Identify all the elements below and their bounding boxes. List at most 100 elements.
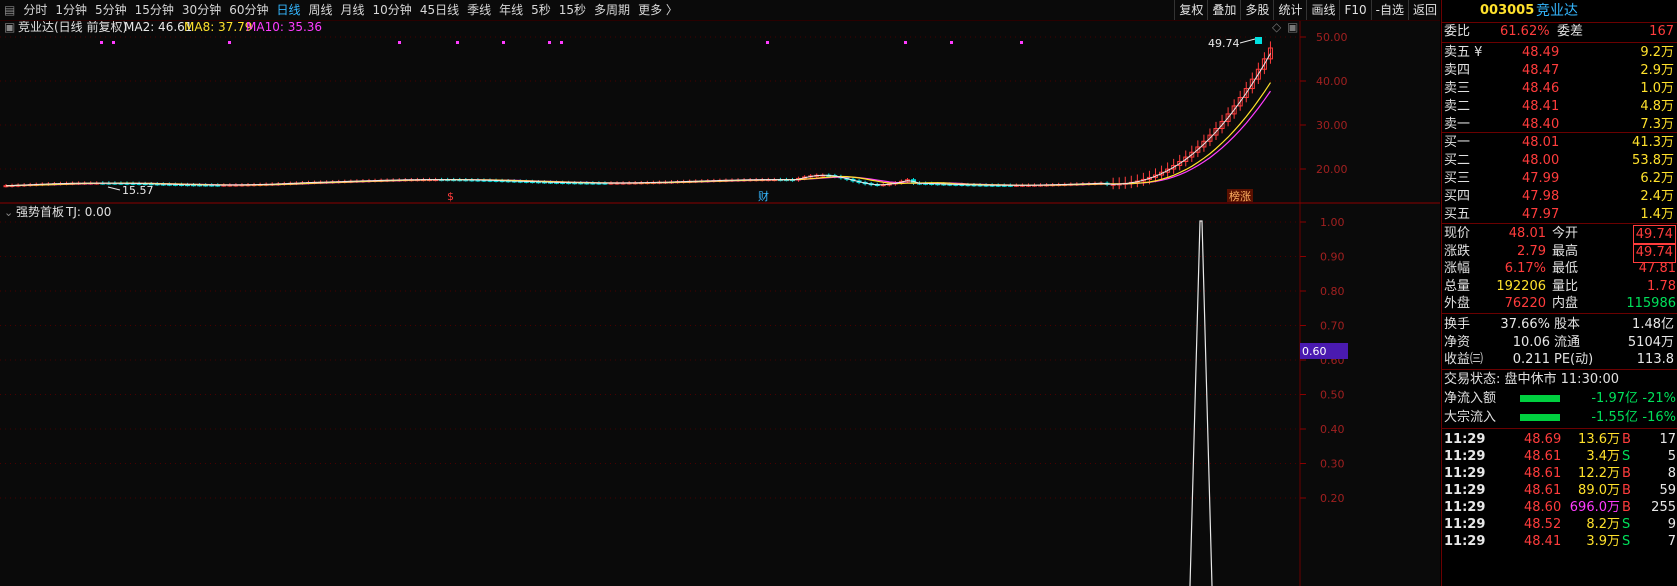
ask-volume: 9.2万 [1640, 45, 1674, 60]
tick-price: 48.41 [1524, 534, 1562, 549]
bid-volume: 41.3万 [1632, 135, 1674, 150]
ask-volume: 1.0万 [1640, 81, 1674, 96]
stat-label: 现价 [1444, 226, 1471, 241]
indicator-y-tick: 0.70 [1320, 320, 1345, 333]
toolbar-button[interactable]: 画线 [1306, 0, 1339, 20]
ask-price[interactable]: 48.41 [1522, 98, 1559, 116]
period-tab[interactable]: 年线 [495, 0, 527, 20]
window-icon[interactable]: ▣ [1287, 21, 1298, 34]
stat-label: 收益㈢ [1444, 352, 1484, 367]
toolbar-button[interactable]: 多股 [1240, 0, 1273, 20]
y-tick-label: 50.00 [1316, 31, 1348, 44]
diamond-icon[interactable]: ◇ [1272, 21, 1282, 34]
bid-price[interactable]: 47.97 [1522, 206, 1559, 224]
bid-volume: 6.2万 [1640, 171, 1674, 186]
weicha-value: 167 [1649, 24, 1674, 39]
period-tab[interactable]: 季线 [463, 0, 495, 20]
period-tab[interactable]: 分时 [19, 0, 51, 20]
indicator-collapse-icon[interactable]: ⌄ [4, 206, 13, 219]
toolbar-button[interactable]: 返回 [1407, 0, 1441, 20]
stat-label: 外盘 [1444, 296, 1471, 311]
bid-label: 买二 [1444, 153, 1471, 168]
tick-price: 48.52 [1524, 517, 1562, 532]
signal-dot [456, 41, 459, 44]
finance-marker[interactable]: 财 [758, 189, 769, 203]
bid-label: 买三 [1444, 171, 1471, 186]
current-marker [1255, 37, 1262, 44]
stat-row: 外盘 76220 内盘 115986 [1442, 295, 1677, 313]
bid-price[interactable]: 48.01 [1522, 134, 1559, 152]
tick-price: 48.61 [1524, 449, 1562, 464]
period-tab[interactable]: 5秒 [527, 0, 555, 20]
toolbar-button[interactable]: 复权 [1174, 0, 1207, 20]
tick-time: 11:29 [1444, 534, 1486, 549]
tick-volume: 3.9万 [1586, 534, 1620, 549]
period-tab[interactable]: 多周期 [590, 0, 634, 20]
tick-volume: 13.6万 [1578, 432, 1620, 447]
ma-dropdown-icon[interactable]: ⌄ [112, 21, 122, 34]
ask-volume: 4.8万 [1640, 99, 1674, 114]
signal-dot [548, 41, 551, 44]
stat-row: 现价 48.01 今开 49.74 [1442, 225, 1677, 245]
flow-bar [1520, 414, 1560, 421]
period-tab[interactable]: 周线 [305, 0, 337, 20]
ask-price[interactable]: 48.49 [1522, 44, 1559, 62]
period-tab[interactable]: 1分钟 [51, 0, 91, 20]
stat-value: 48.01 [1508, 226, 1546, 241]
stat2-row: 净资 10.06 流通 5104万 [1442, 334, 1677, 352]
flow-value: -1.55亿 [1591, 410, 1638, 425]
tick-price: 48.61 [1524, 483, 1562, 498]
limit-up-marker[interactable]: 榜涨 [1229, 189, 1251, 203]
stat-label: 净资 [1444, 334, 1471, 350]
ask-volume: 2.9万 [1640, 63, 1674, 78]
low-label: 15.57 [122, 184, 154, 197]
flow-value: -1.97亿 [1591, 391, 1638, 406]
ask-label: 卖四 [1444, 63, 1471, 78]
tick-row: 11:29 48.52 8.2万 S 9 [1442, 516, 1677, 534]
ask-price[interactable]: 48.46 [1522, 80, 1559, 98]
ma10-value: MA10: 35.36 [246, 21, 322, 34]
stat-value: 113.8 [1636, 352, 1674, 367]
toolbar-button[interactable]: 叠加 [1207, 0, 1240, 20]
tick-price: 48.60 [1524, 500, 1562, 515]
period-tab[interactable]: 更多 〉 [634, 0, 682, 20]
bid-row: 买一 48.01 41.3万 [1442, 134, 1677, 152]
collapse-icon[interactable]: ▣ [4, 21, 15, 34]
tick-time: 11:29 [1444, 517, 1486, 532]
period-tab[interactable]: 15分钟 [131, 0, 178, 20]
flow-pct: -21% [1642, 391, 1676, 406]
stat-value: 5104万 [1627, 334, 1674, 350]
stat-value: 192206 [1496, 278, 1546, 294]
bid-price[interactable]: 47.98 [1522, 188, 1559, 206]
toolbar-button[interactable]: 统计 [1273, 0, 1306, 20]
period-tab[interactable]: 月线 [337, 0, 369, 20]
chart-area: ▣ 竞业达(日线 前复权) ⌄ MA2: 46.61 MA8: 37.79 MA… [0, 21, 1440, 586]
tick-count: 9 [1667, 517, 1676, 532]
tick-row: 11:29 48.41 3.9万 S 7 [1442, 533, 1677, 551]
tick-row: 11:29 48.61 12.2万 B 8 [1442, 465, 1677, 483]
toolbar-menu-icon[interactable]: ▤ [0, 0, 19, 20]
tick-side: S [1622, 534, 1631, 549]
bid-price[interactable]: 48.00 [1522, 152, 1559, 170]
ask-row: 卖二 48.41 4.8万 [1442, 98, 1677, 116]
period-tab[interactable]: 15秒 [555, 0, 590, 20]
period-tab[interactable]: 45日线 [416, 0, 463, 20]
tick-time: 11:29 [1444, 432, 1486, 447]
ask-price[interactable]: 48.47 [1522, 62, 1559, 80]
period-tab[interactable]: 5分钟 [91, 0, 131, 20]
tick-count: 5 [1667, 449, 1676, 464]
period-tab[interactable]: 10分钟 [369, 0, 416, 20]
bid-row: 买二 48.00 53.8万 [1442, 152, 1677, 170]
toolbar-button[interactable]: -自选 [1370, 0, 1408, 20]
toolbar-button[interactable]: F10 [1339, 0, 1370, 20]
period-tab[interactable]: 日线 [272, 0, 304, 20]
signal-dot [398, 41, 401, 44]
stat-value: 6.17% [1504, 261, 1546, 276]
weicha-label: 委差 [1557, 24, 1584, 39]
period-tab[interactable]: 60分钟 [225, 0, 272, 20]
dividend-marker[interactable]: $ [447, 190, 454, 203]
bid-price[interactable]: 47.99 [1522, 170, 1559, 188]
period-tab[interactable]: 30分钟 [178, 0, 225, 20]
stat-label: 量比 [1552, 278, 1579, 294]
stat-value: 1.48亿 [1632, 317, 1674, 332]
